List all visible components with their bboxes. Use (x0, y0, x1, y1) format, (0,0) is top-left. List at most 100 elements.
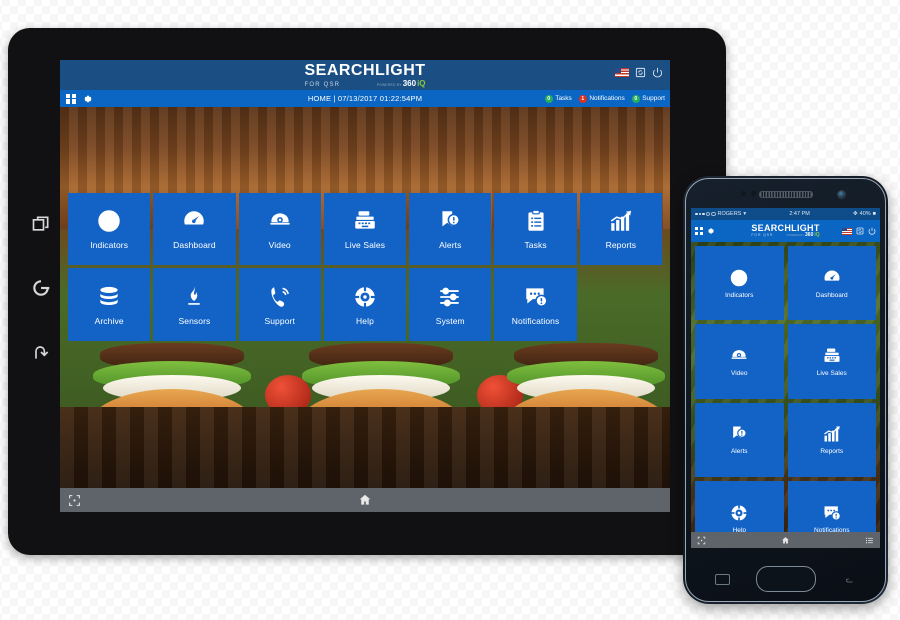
tile-label: Tasks (524, 240, 547, 251)
tile-dashboard[interactable]: Dashboard (787, 246, 876, 321)
brand-tagline: FOR QSR (304, 81, 341, 88)
flame-icon (181, 284, 207, 310)
dome-camera-icon (729, 346, 749, 366)
us-flag-icon[interactable] (842, 227, 852, 235)
tile-label: Alerts (730, 448, 748, 456)
powered-by-iq: iQ (814, 232, 820, 238)
brand-tagline: FOR QSR (751, 233, 774, 238)
phone-device: ROGERS ▾ 2:47 PM ✥ 40% ■ SEARCHLIGHT FOR… (683, 176, 888, 604)
home-icon[interactable] (358, 493, 372, 507)
dome-camera-icon (267, 208, 293, 234)
tile-indicators[interactable]: Indicators (695, 246, 784, 321)
home-icon[interactable] (781, 536, 790, 545)
phone-screen: ROGERS ▾ 2:47 PM ✥ 40% ■ SEARCHLIGHT FOR… (691, 208, 880, 548)
gear-icon[interactable] (707, 227, 715, 235)
nav-status-group: 0 Tasks 1 Notifications 0 Support (544, 94, 665, 103)
alert-ribbon-icon (437, 208, 463, 234)
tile-alerts[interactable]: Alerts (409, 193, 492, 266)
powered-by-group: POWERED BY 360 iQ (376, 78, 426, 88)
tile-help[interactable]: Help (323, 268, 407, 341)
exclamation-circle-icon (729, 268, 749, 288)
app-nav-bar: HOME | 07/13/2017 01:22:54PM 0 Tasks 1 N… (60, 90, 670, 107)
status-badge-notifications[interactable]: 1 Notifications (578, 94, 625, 103)
gauge-icon (181, 208, 207, 234)
status-badge-tasks[interactable]: 0 Tasks (544, 94, 572, 103)
phone-top-bezel (683, 184, 888, 206)
status-badge-support[interactable]: 0 Support (631, 94, 665, 103)
wifi-icon: ▾ (743, 211, 747, 217)
tasks-count: 0 (544, 94, 553, 103)
tile-video[interactable]: Video (238, 193, 321, 266)
recent-apps-icon[interactable] (31, 214, 57, 240)
power-icon[interactable] (652, 67, 663, 78)
tile-label: Live Sales (816, 369, 847, 377)
tile-label: Dashboard (173, 240, 216, 251)
us-flag-icon[interactable] (615, 68, 629, 77)
phone-home-stage: Indicators Dashboard Video Live Sales Al… (691, 242, 880, 548)
battery-percent: 40% (859, 211, 871, 217)
exclamation-circle-icon (96, 208, 122, 234)
tile-reports[interactable]: Reports (787, 402, 876, 477)
battery-icon: ■ (872, 211, 876, 217)
tile-indicators[interactable]: Indicators (68, 193, 151, 266)
tile-label: Alerts (439, 240, 462, 251)
tile-label: Video (730, 369, 748, 377)
power-icon[interactable] (868, 227, 876, 235)
powered-by-360: 360 (402, 78, 417, 88)
notifications-count: 1 (578, 94, 587, 103)
tile-live-sales[interactable]: Live Sales (323, 193, 407, 266)
tile-label: System (435, 315, 465, 326)
clipboard-icon (523, 208, 549, 234)
tile-label: Notifications (511, 315, 560, 326)
tile-label: Indicators (725, 291, 754, 299)
powered-by-label: POWERED BY (376, 82, 402, 87)
refresh-icon[interactable] (856, 227, 864, 235)
phone-bottom-bar (691, 532, 880, 548)
sliders-icon (437, 284, 463, 310)
phone-logo-bar: SEARCHLIGHT FOR QSR POWERED BY 360 iQ (691, 220, 880, 242)
home-power-icon[interactable] (31, 278, 57, 304)
bar-chart-icon (822, 424, 842, 444)
life-ring-icon (352, 284, 378, 310)
tile-label: Dashboard (815, 291, 848, 299)
speech-bubble-alert-icon (822, 503, 842, 523)
database-icon (96, 284, 122, 310)
notifications-label: Notifications (589, 95, 625, 102)
bar-chart-icon (608, 208, 634, 234)
tile-dashboard[interactable]: Dashboard (153, 193, 236, 266)
tile-label: Reports (820, 448, 844, 456)
tile-label: Sensors (178, 315, 211, 326)
gauge-icon (822, 268, 842, 288)
phone-status-bar: ROGERS ▾ 2:47 PM ✥ 40% ■ (691, 208, 880, 220)
app-logo: SEARCHLIGHT FOR QSR POWERED BY 360 iQ (304, 61, 426, 88)
fullscreen-icon[interactable] (68, 494, 81, 507)
brand-name: SEARCHLIGHT (304, 61, 426, 79)
apps-grid-icon[interactable] (695, 227, 703, 235)
tablet-device: SEARCHLIGHT FOR QSR POWERED BY 360 iQ HO… (8, 28, 726, 555)
phone-home-button[interactable] (755, 566, 816, 592)
back-arrow-icon[interactable] (31, 342, 57, 368)
tile-notifications[interactable]: Notifications (494, 268, 577, 341)
tablet-screen: SEARCHLIGHT FOR QSR POWERED BY 360 iQ HO… (60, 60, 670, 512)
tile-support[interactable]: Support (238, 268, 321, 341)
life-ring-icon (729, 503, 749, 523)
fullscreen-icon[interactable] (697, 536, 706, 545)
tile-tasks[interactable]: Tasks (494, 193, 577, 266)
powered-by-label: POWERED BY (786, 234, 805, 237)
light-sensor-icon (751, 191, 756, 196)
recent-apps-button[interactable] (715, 574, 730, 585)
tile-archive[interactable]: Archive (68, 268, 151, 341)
tile-video[interactable]: Video (695, 324, 784, 399)
bluetooth-icon: ✥ (853, 211, 858, 217)
refresh-icon[interactable] (635, 67, 646, 78)
tile-sensors[interactable]: Sensors (153, 268, 236, 341)
tile-reports[interactable]: Reports (579, 193, 662, 266)
tile-label: Reports (605, 240, 637, 251)
tile-live-sales[interactable]: Live Sales (787, 324, 876, 399)
tile-system[interactable]: System (409, 268, 492, 341)
app-home-stage: Indicators Dashboard Video Live Sales Al… (60, 107, 670, 512)
tile-alerts[interactable]: Alerts (695, 402, 784, 477)
back-button[interactable] (843, 576, 856, 585)
menu-list-icon[interactable] (865, 536, 874, 545)
tile-label: Live Sales (344, 240, 386, 251)
